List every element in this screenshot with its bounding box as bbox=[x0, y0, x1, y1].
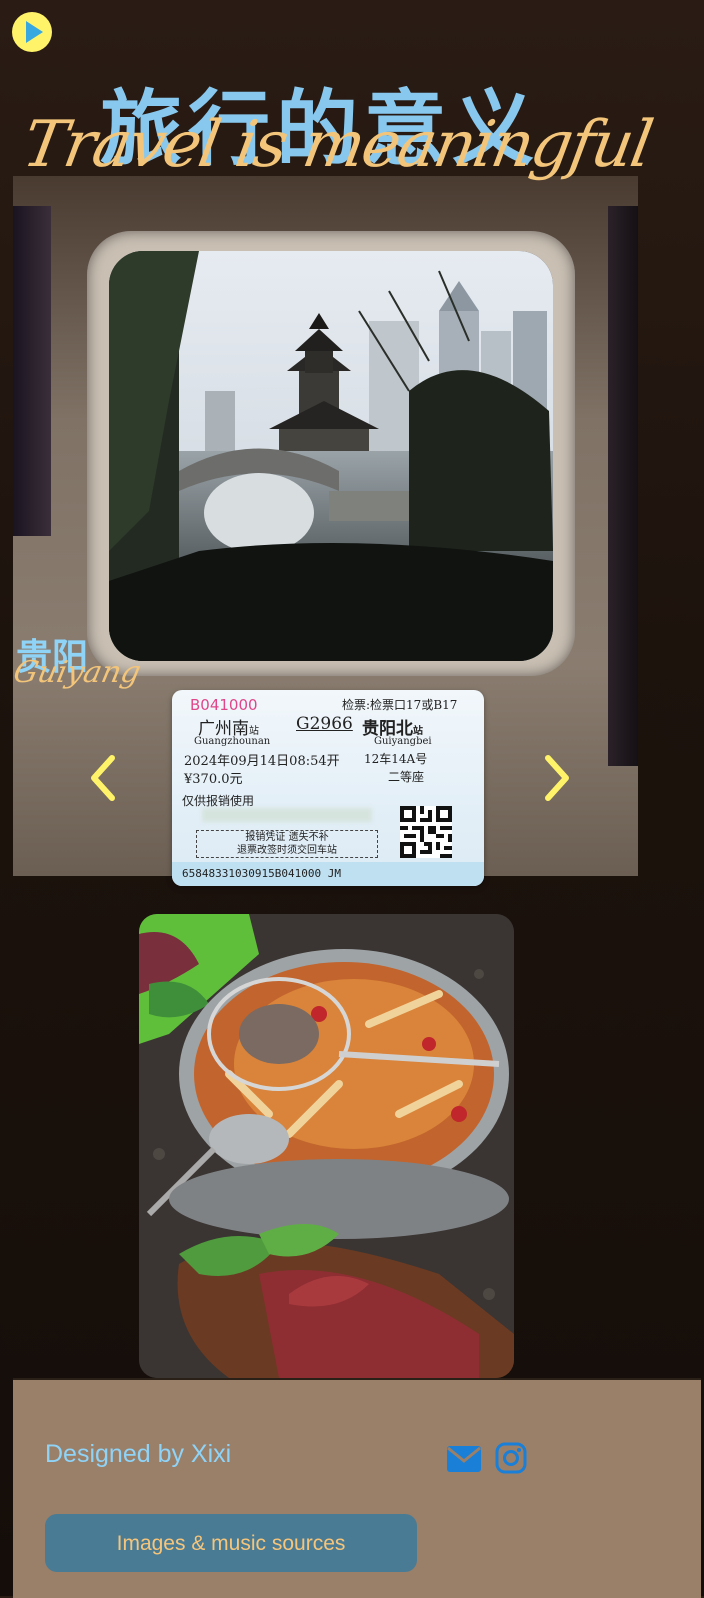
next-slide-button[interactable] bbox=[538, 752, 574, 804]
ticket-redacted-info bbox=[202, 808, 372, 822]
chevron-right-icon bbox=[545, 755, 569, 801]
sources-button[interactable]: Images & music sources bbox=[45, 1514, 417, 1572]
window-frame bbox=[87, 231, 575, 676]
curtain-left bbox=[13, 206, 51, 536]
window-view bbox=[109, 251, 553, 661]
instagram-icon[interactable] bbox=[495, 1442, 527, 1474]
play-music-button[interactable] bbox=[12, 12, 52, 52]
ticket-serial-number: 65848331030915B041000 JM bbox=[172, 862, 484, 886]
ticket-price: ¥370.0元 bbox=[184, 772, 243, 787]
departure-pinyin: Guangzhounan bbox=[194, 736, 271, 747]
ticket-seat-class: 二等座 bbox=[388, 770, 425, 784]
envelope-icon[interactable] bbox=[447, 1446, 481, 1472]
qr-code-icon bbox=[400, 806, 452, 858]
hotpot-image bbox=[139, 914, 514, 1378]
curtain-right bbox=[608, 206, 638, 766]
ticket-reimbursement-note: 仅供报销使用 bbox=[182, 794, 255, 808]
notice-line-1: 报销凭证 遗失不补 bbox=[245, 832, 329, 843]
ticket-train-number: G2966 bbox=[296, 714, 353, 734]
designer-credit: Designed by Xixi bbox=[45, 1440, 232, 1468]
previous-slide-button[interactable] bbox=[86, 752, 122, 804]
play-icon bbox=[26, 21, 43, 43]
notice-line-2: 退票改签时须交回车站 bbox=[237, 845, 337, 856]
arrival-pinyin: Guiyangbei bbox=[374, 736, 432, 747]
ticket-seat: 12车14A号 bbox=[364, 752, 428, 766]
train-ticket: B041000 检票:检票口17或B17 广州南站 G2966 贵阳北站 Gua… bbox=[172, 690, 484, 886]
chevron-left-icon bbox=[91, 755, 115, 801]
ticket-notice-box: 报销凭证 遗失不补 退票改签时须交回车站 bbox=[196, 830, 378, 858]
ticket-datetime: 2024年09月14日08:54开 bbox=[184, 754, 340, 769]
page-title-english: Travel is meaningful bbox=[17, 108, 657, 182]
ticket-gate: 检票:检票口17或B17 bbox=[342, 698, 458, 712]
hotpot-photo bbox=[139, 914, 514, 1378]
footer: Designed by Xixi Images & music sources bbox=[13, 1378, 701, 1598]
ticket-number: B041000 bbox=[190, 696, 258, 714]
city-scene-image bbox=[109, 251, 553, 661]
city-name-english: Guiyang bbox=[10, 655, 144, 690]
